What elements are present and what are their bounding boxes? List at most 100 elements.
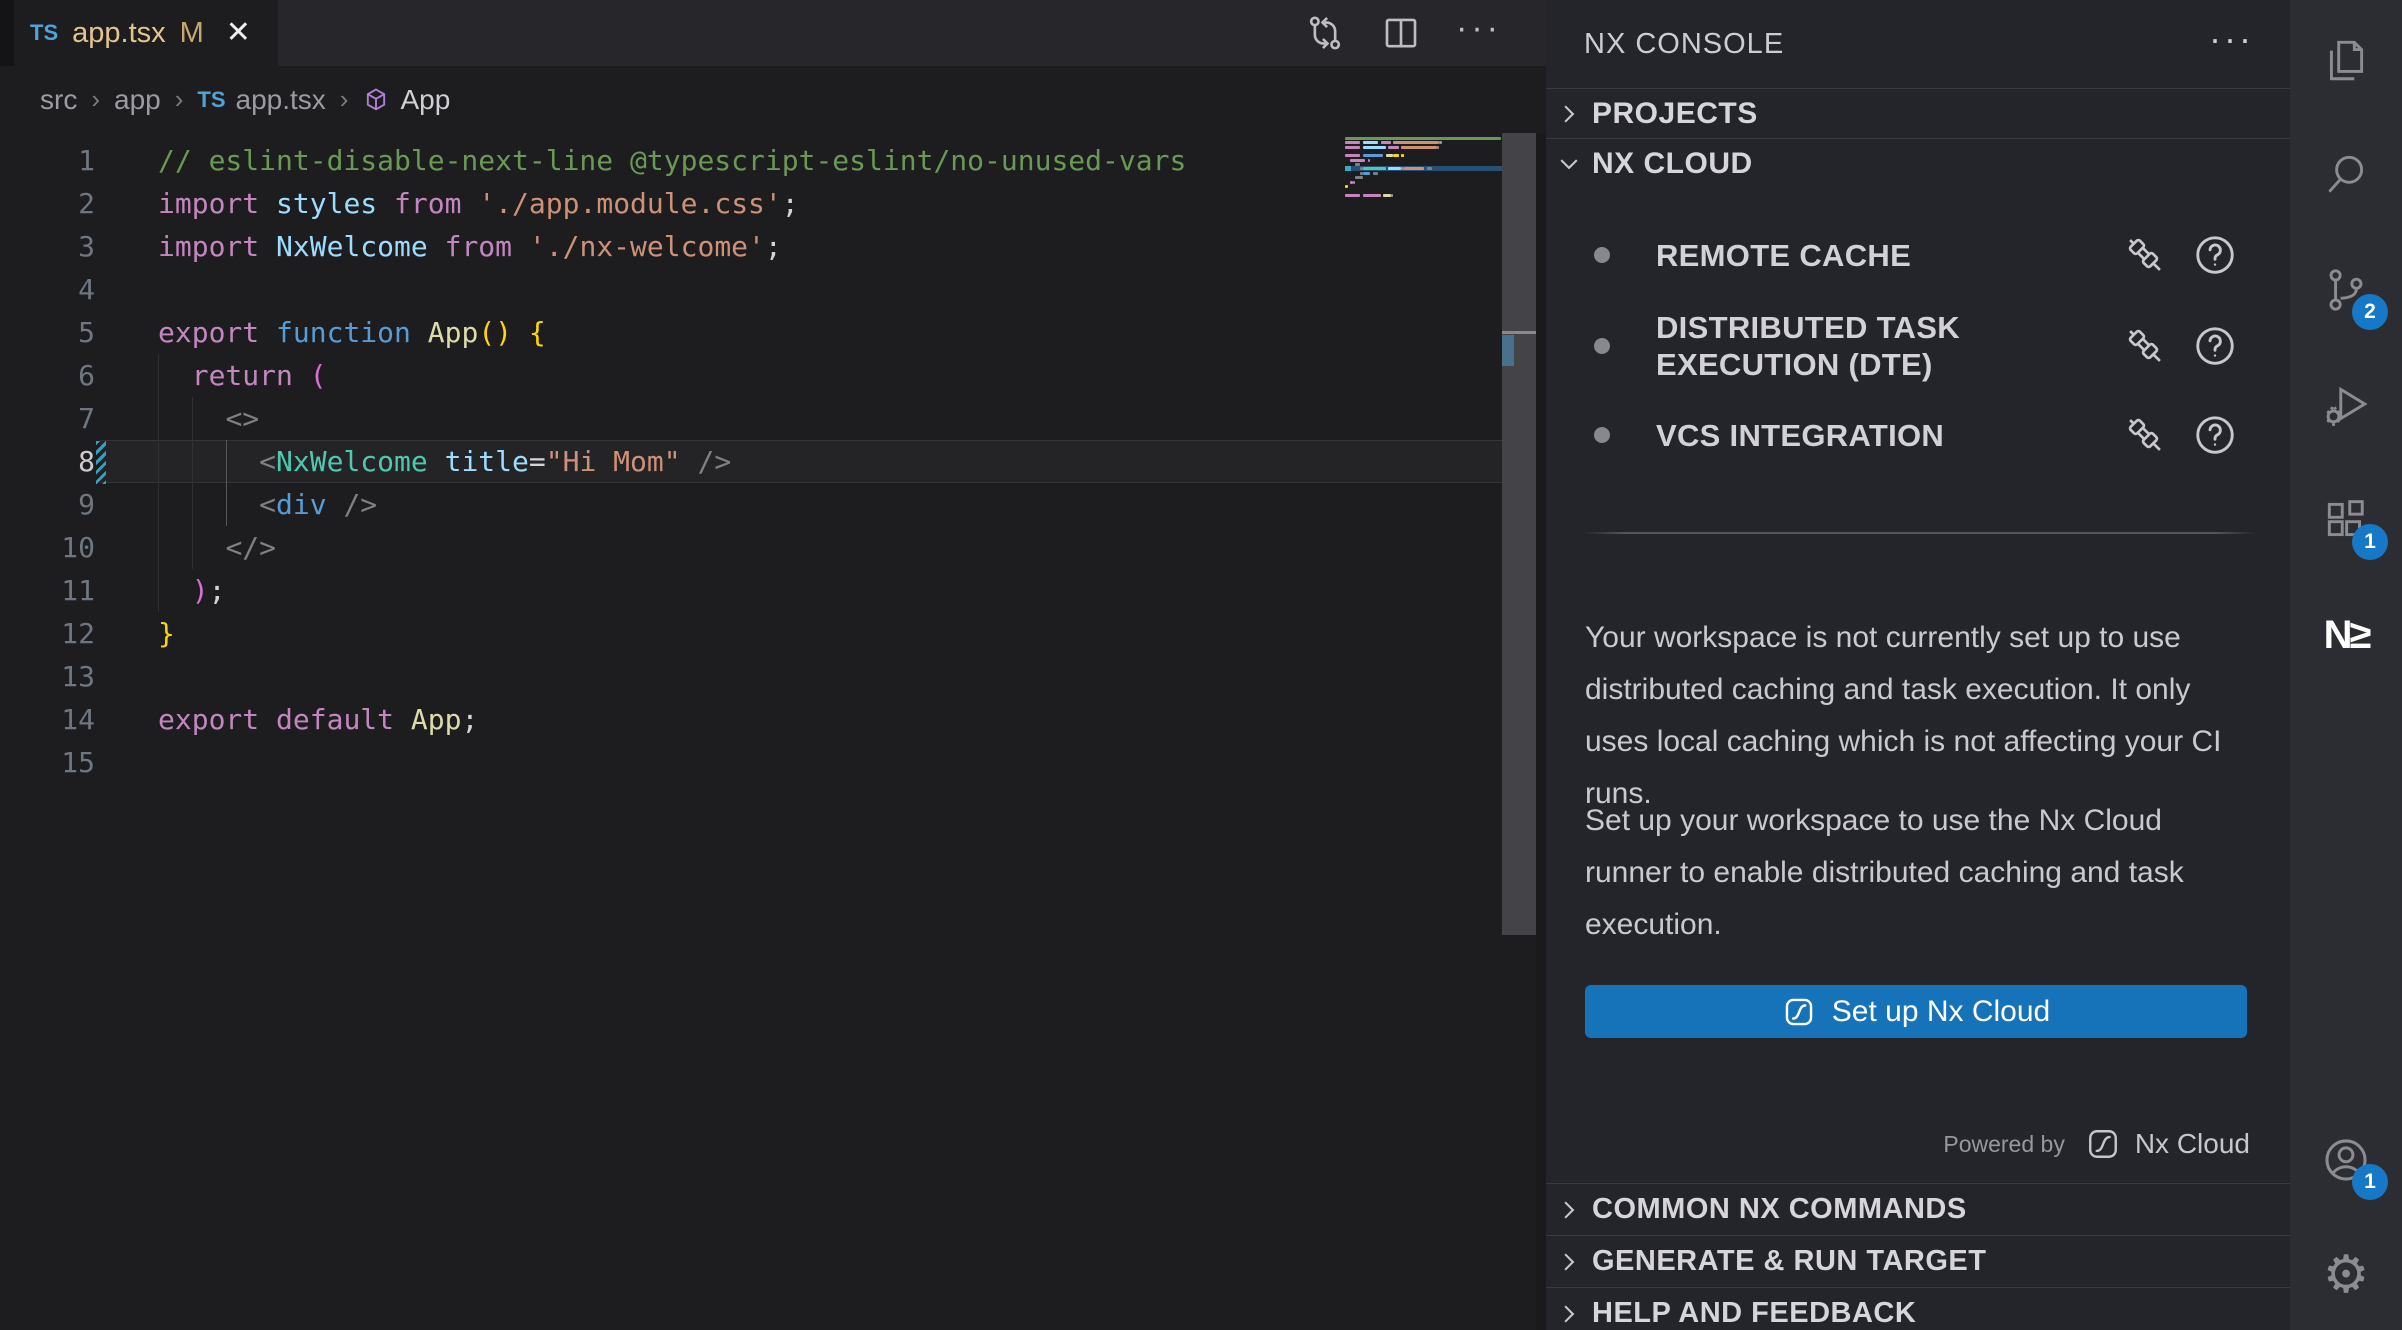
nx-cloud-item[interactable]: REMOTE CACHE [1546, 226, 2290, 284]
nx-cloud-brand-label: Nx Cloud [2135, 1128, 2250, 1160]
editor-scrollbar[interactable] [1502, 133, 1536, 935]
code-line[interactable]: 8 <NxWelcome title="Hi Mom" /> [0, 440, 1340, 483]
line-content: <> [95, 397, 259, 440]
open-changes-icon[interactable] [1304, 12, 1346, 54]
nx-cloud-item-actions [2122, 412, 2238, 458]
nx-cloud-item[interactable]: DISTRIBUTED TASK EXECUTION (DTE) [1546, 298, 2290, 394]
code-line[interactable]: 11 ); [0, 569, 1340, 612]
panel-title: NX CONSOLE [1584, 28, 1784, 61]
code-line[interactable]: 6 return ( [0, 354, 1340, 397]
line-number: 8 [0, 440, 95, 483]
editor-panel-gap [1536, 133, 1546, 1330]
divider [1584, 532, 2256, 534]
minimap[interactable] [1345, 133, 1503, 243]
line-content [95, 655, 158, 698]
connect-plug-icon[interactable] [2122, 412, 2168, 458]
breadcrumb: src › app › TS app.tsx › App [0, 66, 1546, 133]
nx-cloud-logo-icon [2085, 1126, 2121, 1162]
settings-gear-icon[interactable]: ⚙ [2290, 1219, 2402, 1330]
nx-logo: N≥ [2324, 613, 2369, 658]
line-number: 5 [0, 311, 95, 354]
line-number: 3 [0, 225, 95, 268]
nx-cloud-item-actions [2122, 323, 2238, 369]
section-help-and-feedback[interactable]: HELP AND FEEDBACK [1546, 1287, 2290, 1330]
breadcrumb-file[interactable]: app.tsx [236, 84, 326, 116]
source-control-icon[interactable]: 2 [2290, 234, 2402, 346]
code-area[interactable]: 1// eslint-disable-next-line @typescript… [0, 133, 1546, 1330]
breadcrumb-src[interactable]: src [40, 84, 77, 116]
code-line[interactable]: 15 [0, 741, 1340, 784]
nx-console-panel: NX CONSOLE ··· PROJECTS NX CLOUD REMOTE … [1546, 0, 2290, 1330]
code-line[interactable]: 3import NxWelcome from './nx-welcome'; [0, 225, 1340, 268]
line-number: 1 [0, 139, 95, 182]
section-label: PROJECTS [1592, 97, 1758, 131]
code-line[interactable]: 9 <div /> [0, 483, 1340, 526]
status-dot [1594, 427, 1610, 443]
line-number: 10 [0, 526, 95, 569]
code-line[interactable]: 4 [0, 268, 1340, 311]
nx-console-icon[interactable]: N≥ [2290, 579, 2402, 691]
code-line[interactable]: 5export function App() { [0, 311, 1340, 354]
help-question-icon[interactable] [2192, 323, 2238, 369]
line-content: export function App() { [95, 311, 546, 354]
tab-file-name: app.tsx [72, 17, 166, 50]
minimap-modified-marker [1345, 166, 1351, 171]
section-projects[interactable]: PROJECTS [1546, 88, 2290, 138]
line-content [95, 741, 158, 784]
nx-cloud-item-actions [2122, 232, 2238, 278]
line-content: } [95, 612, 175, 655]
source-control-badge: 2 [2352, 294, 2388, 330]
extensions-badge: 1 [2352, 524, 2388, 560]
explorer-icon[interactable] [2290, 4, 2402, 116]
section-label: HELP AND FEEDBACK [1592, 1297, 1916, 1330]
more-actions-icon[interactable]: ··· [1456, 11, 1502, 55]
search-icon[interactable] [2290, 119, 2402, 231]
chevron-right-icon [1556, 1197, 1582, 1223]
line-number: 9 [0, 483, 95, 526]
tab-app-tsx[interactable]: TS app.tsx M ✕ [14, 0, 278, 66]
chevron-right-icon [1556, 1301, 1582, 1327]
breadcrumb-separator: › [91, 84, 100, 115]
accounts-icon[interactable]: 1 [2290, 1104, 2402, 1216]
help-question-icon[interactable] [2192, 232, 2238, 278]
section-nx-cloud[interactable]: NX CLOUD [1546, 138, 2290, 188]
section-label: NX CLOUD [1592, 147, 1753, 181]
code-line[interactable]: 14export default App; [0, 698, 1340, 741]
tab-bar: TS app.tsx M ✕ ··· [0, 0, 1546, 66]
breadcrumb-symbol[interactable]: App [400, 84, 450, 116]
breadcrumb-app[interactable]: app [114, 84, 161, 116]
extensions-icon[interactable]: 1 [2290, 464, 2402, 576]
run-debug-icon[interactable] [2290, 349, 2402, 461]
code-line[interactable]: 12} [0, 612, 1340, 655]
tabbar-left-edge [0, 0, 14, 66]
nx-cloud-item-label: VCS INTEGRATION [1656, 417, 1944, 454]
section-generate-run-target[interactable]: GENERATE & RUN TARGET [1546, 1235, 2290, 1287]
chevron-down-icon [1556, 151, 1582, 177]
code-line[interactable]: 10 </> [0, 526, 1340, 569]
editor-region: TS app.tsx M ✕ ··· src › app › [0, 0, 1546, 1330]
line-content: // eslint-disable-next-line @typescript-… [95, 139, 1186, 182]
line-number: 14 [0, 698, 95, 741]
status-dot [1594, 247, 1610, 263]
connect-plug-icon[interactable] [2122, 323, 2168, 369]
nx-cloud-item-label: DISTRIBUTED TASK EXECUTION (DTE) [1656, 309, 1978, 383]
section-common-nx-commands[interactable]: COMMON NX COMMANDS [1546, 1183, 2290, 1235]
line-number: 4 [0, 268, 95, 311]
code-line[interactable]: 1// eslint-disable-next-line @typescript… [0, 139, 1340, 182]
status-dot [1594, 338, 1610, 354]
workspace-status-text: Your workspace is not currently set up t… [1585, 612, 2249, 820]
code-line[interactable]: 13 [0, 655, 1340, 698]
connect-plug-icon[interactable] [2122, 232, 2168, 278]
panel-more-actions-icon[interactable]: ··· [2209, 18, 2254, 60]
nx-cloud-item[interactable]: VCS INTEGRATION [1546, 406, 2290, 464]
setup-nx-cloud-button[interactable]: Set up Nx Cloud [1585, 985, 2247, 1038]
code-line[interactable]: 7 <> [0, 397, 1340, 440]
close-tab-icon[interactable]: ✕ [226, 18, 251, 48]
editor-actions: ··· [1304, 0, 1502, 66]
line-content: ); [95, 569, 225, 612]
line-content: </> [95, 526, 276, 569]
scrollbar-modified-decoration [1502, 335, 1514, 366]
split-editor-icon[interactable] [1380, 12, 1422, 54]
code-line[interactable]: 2import styles from './app.module.css'; [0, 182, 1340, 225]
help-question-icon[interactable] [2192, 412, 2238, 458]
